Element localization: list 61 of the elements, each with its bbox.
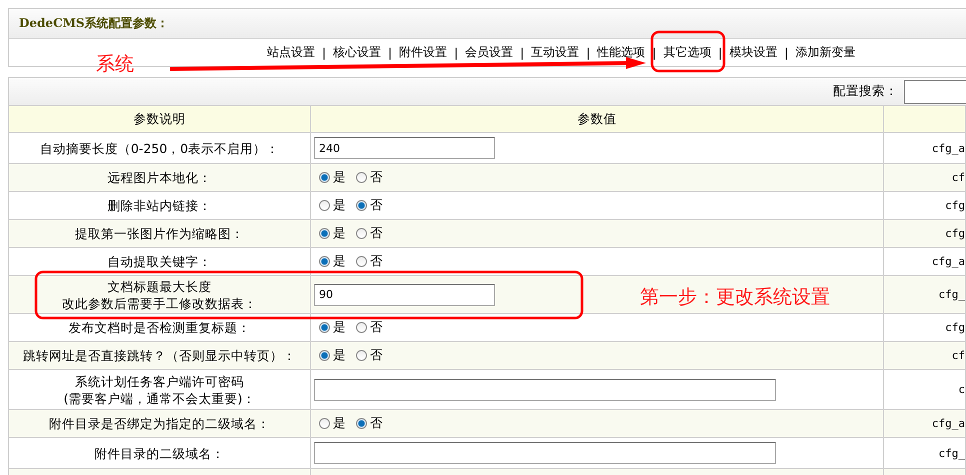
value-field[interactable]: 90 <box>314 284 495 306</box>
radio-option[interactable]: 否 <box>356 169 383 186</box>
nav-separator: | <box>321 46 328 60</box>
parameter-label: 删除非站内链接： <box>106 197 212 214</box>
variable-name: cfg <box>944 199 965 212</box>
variable-name: cfg_a <box>930 255 965 268</box>
column-header: 参数说明 <box>9 106 311 133</box>
parameter-label: 远程图片本地化： <box>106 169 212 186</box>
nav-separator: | <box>585 46 592 60</box>
variable-name: cfg <box>944 321 965 334</box>
parameter-label: 附件目录是否绑定为指定的二级域名： <box>48 415 271 432</box>
parameter-label: 附件目录的二级域名： <box>94 444 226 462</box>
variable-name: cf <box>950 349 965 362</box>
parameter-label: 跳转网址是否直接跳转？（否则显示中转页）： <box>22 347 297 364</box>
search-label: 配置搜索： <box>833 83 898 100</box>
parameter-label: 提取第一张图片作为缩略图： <box>74 225 245 242</box>
nav-separator: | <box>387 46 394 60</box>
value-field[interactable]: 240 <box>314 137 495 159</box>
radio-option[interactable]: 是 <box>319 415 346 432</box>
nav-link[interactable]: 站点设置 <box>263 44 319 61</box>
nav-link[interactable]: 互动设置 <box>527 44 584 61</box>
variable-name: cfg <box>944 227 965 240</box>
radio-option[interactable]: 否 <box>356 197 383 214</box>
variable-name: cfg_ <box>938 446 965 460</box>
radio-option[interactable]: 否 <box>356 319 383 336</box>
annotation-note: 第一步：更改系统设置 <box>640 285 830 310</box>
nav-separator: | <box>453 46 460 60</box>
nav-link[interactable]: 附件设置 <box>395 44 452 61</box>
nav-link[interactable]: 核心设置 <box>329 44 386 61</box>
radio-option[interactable]: 是 <box>319 253 346 270</box>
nav-link[interactable]: 性能选项 <box>593 44 650 61</box>
nav-link[interactable]: 其它选项 <box>659 44 716 61</box>
nav-separator: | <box>651 46 658 60</box>
radio-option[interactable]: 否 <box>356 415 383 432</box>
radio-option[interactable]: 是 <box>319 197 346 214</box>
radio-option[interactable]: 否 <box>356 347 383 364</box>
radio-option[interactable]: 是 <box>319 225 346 242</box>
parameter-label: 文档标题最大长度 改此参数后需要手工修改数据表： <box>61 278 258 312</box>
nav-link[interactable]: 添加新变量 <box>791 44 860 61</box>
variable-name: cfg_a <box>930 417 965 430</box>
variable-name: cfg_a <box>930 142 965 154</box>
radio-option[interactable]: 否 <box>356 253 383 270</box>
radio-option[interactable]: 否 <box>356 225 383 242</box>
nav-separator: | <box>717 46 724 60</box>
nav-separator: | <box>783 46 790 60</box>
variable-name: cfg_ <box>938 288 965 301</box>
parameter-label: 系统计划任务客户端许可密码 (需要客户端，通常不会太重要)： <box>62 372 256 406</box>
column-header: 参数值 <box>311 106 884 133</box>
nav-link[interactable]: 模块设置 <box>725 44 782 61</box>
nav-link[interactable]: 会员设置 <box>461 44 518 61</box>
panel-title: DedeCMS系统配置参数： <box>19 15 169 32</box>
parameter-label: 自动提取关键字： <box>106 253 212 270</box>
variable-name: c <box>957 383 965 396</box>
radio-option[interactable]: 是 <box>319 169 346 186</box>
annotation-label: 系统 <box>96 52 134 77</box>
parameter-label: 自动摘要长度（0-250，0表示不启用）： <box>38 140 280 156</box>
nav-separator: | <box>519 46 526 60</box>
parameter-label: 发布文档时是否检测重复标题： <box>68 319 252 336</box>
variable-name: cf <box>950 171 965 184</box>
radio-option[interactable]: 是 <box>319 347 346 364</box>
radio-option[interactable]: 是 <box>319 319 346 336</box>
